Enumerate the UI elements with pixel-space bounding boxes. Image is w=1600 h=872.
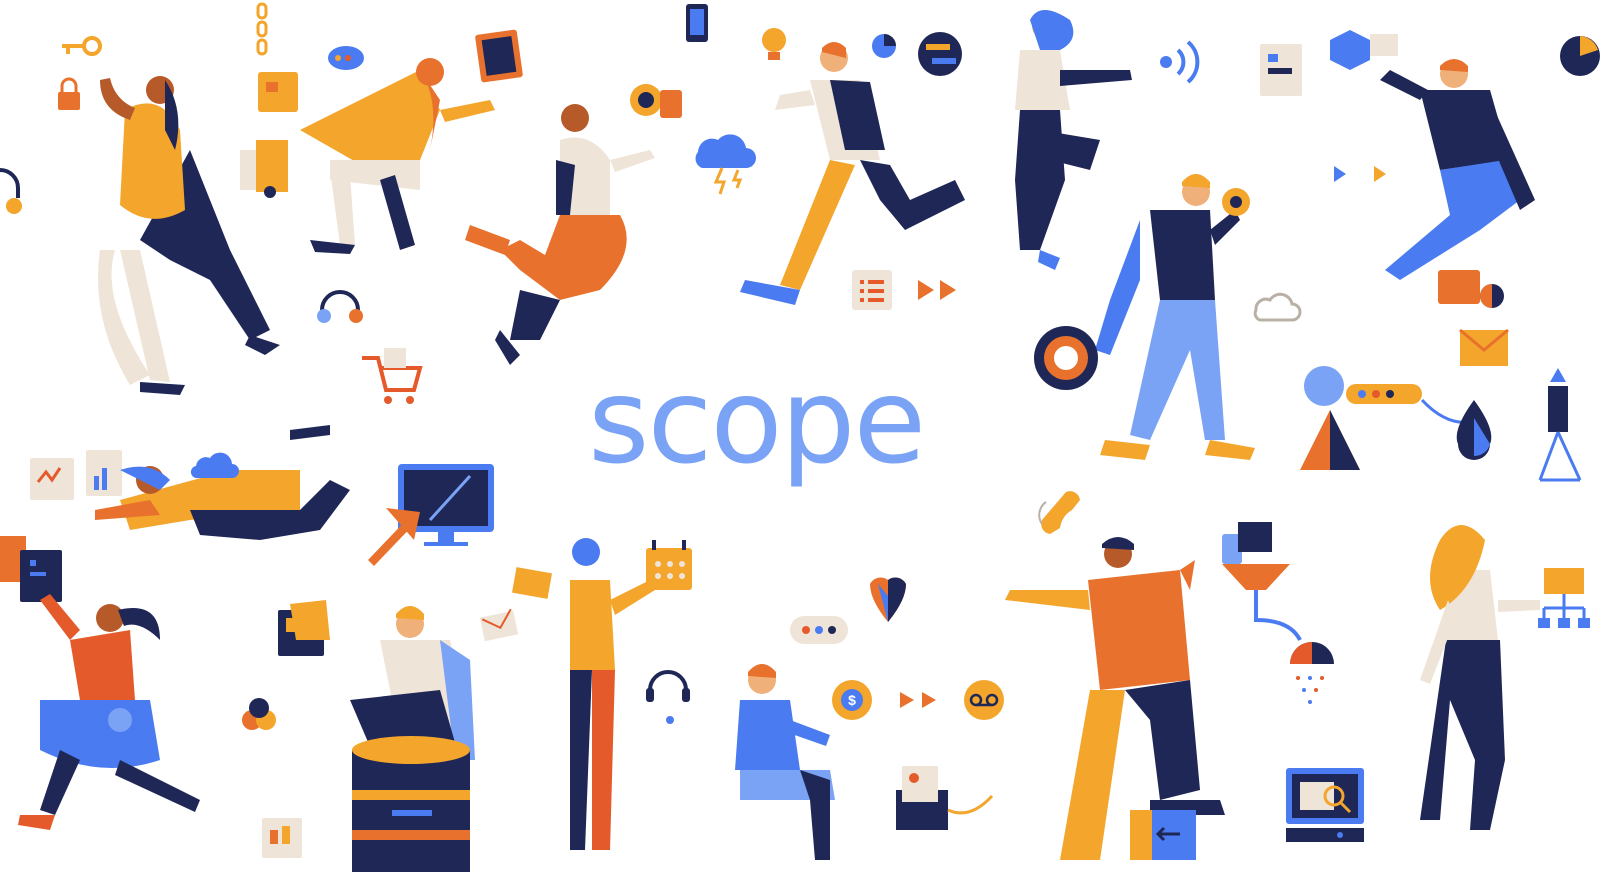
hierarchy-icon: [1538, 568, 1590, 628]
man-with-hierarchy-blocks: [1330, 30, 1535, 280]
cloud-icon: [190, 452, 239, 479]
list-card-icon: [1438, 270, 1480, 304]
cursor-icon: [368, 508, 420, 566]
swap-icon: [918, 32, 962, 76]
cart-icon: [362, 348, 423, 404]
lightbulb-icon: [762, 28, 786, 60]
man-floating-with-gear: [465, 104, 655, 365]
woman-pointing-at-signal: [1015, 10, 1132, 270]
cursor-icon: [1130, 810, 1196, 860]
envelope-icon: [479, 567, 552, 642]
woman-with-hierarchy-chart: [1420, 525, 1540, 830]
calendar-icon: [646, 540, 692, 590]
dollar-gear-icon: $: [832, 680, 872, 720]
man-running-with-lightbulb: [740, 42, 965, 305]
signal-icon: [1160, 40, 1200, 84]
phone-icon: [1038, 491, 1080, 534]
phone-icon: [686, 4, 708, 42]
svg-text:$: $: [848, 692, 856, 708]
cloud-icon: [1253, 292, 1302, 322]
chain-icon: [256, 2, 268, 56]
headset-icon: [317, 290, 363, 323]
cloud-icon: [695, 134, 756, 195]
woman-with-headset-and-calendar: [570, 538, 655, 850]
woman-sitting-with-coin-gear: [735, 664, 835, 860]
heart-icon: [870, 577, 906, 622]
key-icon: [62, 36, 102, 56]
play-arrows-icon: [918, 280, 956, 300]
play-arrows-icon: [900, 692, 936, 708]
voicemail-icon: [964, 680, 1004, 720]
lock-icon: [58, 77, 80, 110]
gear-icon: [1034, 326, 1098, 390]
play-arrows-icon: [1334, 166, 1386, 182]
brand-wordmark: scope: [588, 352, 926, 490]
envelope-icon: [1459, 328, 1509, 366]
list-card-icon: [852, 270, 892, 310]
headset-icon: [646, 670, 690, 724]
woman-with-key-and-lock: [98, 76, 280, 395]
headset-icon: [0, 168, 22, 214]
tablet: [475, 29, 523, 83]
woman-flying-with-charts: [30, 425, 350, 540]
chat-bubble-icon: [790, 616, 848, 644]
machine-mechanism: [1300, 366, 1481, 470]
gear-icon: [630, 84, 682, 118]
pie-chart-icon: [872, 34, 896, 58]
woman-running-with-documents: [0, 536, 200, 830]
hierarchy-icon: [1538, 368, 1582, 482]
droplet-icon: [1456, 400, 1492, 460]
magnifier-icon: [1286, 768, 1364, 842]
database-icon: [352, 736, 470, 872]
man-walking-with-gear: [1095, 174, 1255, 460]
chat-bubble-icon: [328, 46, 364, 70]
envelope-icon: [896, 766, 994, 830]
venn-icon: [242, 698, 276, 730]
shower-icon: [1222, 522, 1334, 704]
gear-icon: [1222, 188, 1250, 216]
